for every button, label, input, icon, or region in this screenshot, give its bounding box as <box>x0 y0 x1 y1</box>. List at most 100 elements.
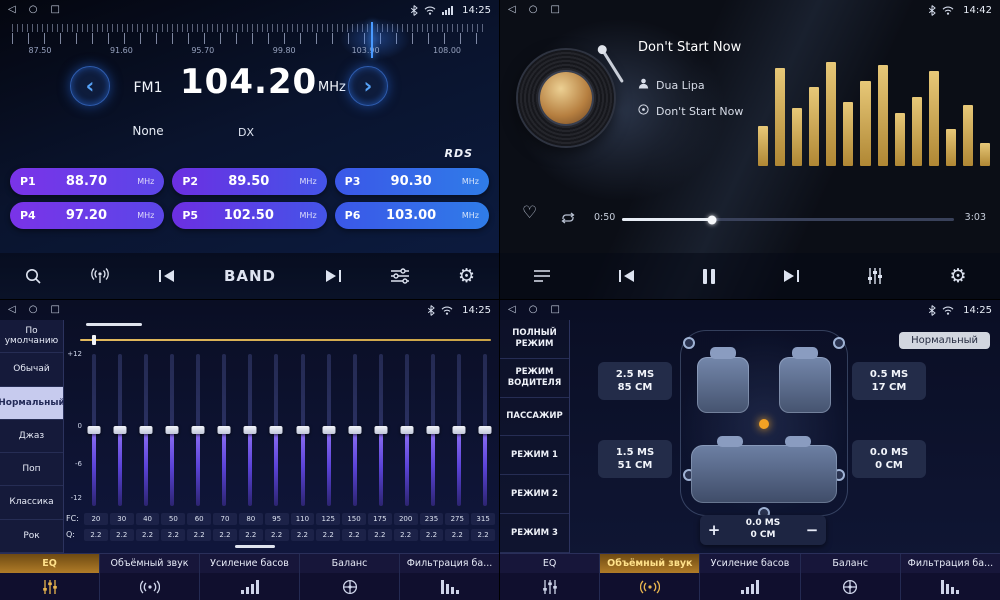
repeat-icon[interactable] <box>560 209 576 228</box>
dsp-tab-bass[interactable]: Усиление басов <box>700 554 800 600</box>
listener-position-dot[interactable] <box>759 419 769 429</box>
dsp-tab-surround[interactable]: Объёмный звук <box>100 554 200 600</box>
eq-band-slider[interactable] <box>451 354 467 506</box>
seek-down-button[interactable]: ‹ <box>70 66 110 106</box>
recents-icon[interactable]: □ <box>550 5 559 15</box>
home-icon[interactable]: ○ <box>29 5 38 15</box>
favorite-heart-icon[interactable]: ♡ <box>522 203 537 223</box>
eq-band-slider[interactable] <box>373 354 389 506</box>
slider-knob[interactable] <box>88 426 101 434</box>
eq-band-slider[interactable] <box>216 354 232 506</box>
slider-knob[interactable] <box>192 426 205 434</box>
preset-button-p1[interactable]: P188.70MHz <box>10 168 164 195</box>
eq-band-slider[interactable] <box>164 354 180 506</box>
slider-knob[interactable] <box>166 426 179 434</box>
eq-preset-item[interactable]: Поп <box>0 453 63 486</box>
surround-mode-item[interactable]: РЕЖИМ 2 <box>500 475 569 514</box>
slider-knob[interactable] <box>478 426 491 434</box>
master-level-handle[interactable] <box>92 335 96 345</box>
surround-mode-item[interactable]: РЕЖИМ 3 <box>500 514 569 553</box>
settings-gear-icon[interactable]: ⚙ <box>949 267 966 286</box>
dsp-tab-balance[interactable]: Баланс <box>801 554 901 600</box>
preset-button-p5[interactable]: P5102.50MHz <box>172 202 326 229</box>
eq-band-slider[interactable] <box>190 354 206 506</box>
decrease-delay-button[interactable]: − <box>798 515 826 545</box>
slider-knob[interactable] <box>114 426 127 434</box>
back-icon[interactable]: ◁ <box>508 5 516 15</box>
slider-knob[interactable] <box>322 426 335 434</box>
increase-delay-button[interactable]: + <box>700 515 728 545</box>
slider-knob[interactable] <box>140 426 153 434</box>
slider-knob[interactable] <box>296 426 309 434</box>
tuner-settings-icon[interactable] <box>390 268 410 284</box>
back-icon[interactable]: ◁ <box>8 305 16 315</box>
recents-icon[interactable]: □ <box>50 305 59 315</box>
eq-band-slider[interactable] <box>477 354 493 506</box>
eq-preset-item[interactable]: Джаз <box>0 420 63 453</box>
eq-band-slider[interactable] <box>268 354 284 506</box>
slider-knob[interactable] <box>218 426 231 434</box>
master-level-slider[interactable] <box>80 339 491 341</box>
back-icon[interactable]: ◁ <box>8 5 16 15</box>
playlist-icon[interactable] <box>533 269 551 283</box>
slider-knob[interactable] <box>426 426 439 434</box>
sound-profile-button[interactable]: Нормальный <box>899 332 990 349</box>
next-station-icon[interactable] <box>324 269 342 283</box>
progress-knob[interactable] <box>707 215 716 224</box>
surround-mode-item[interactable]: РЕЖИМ 1 <box>500 436 569 475</box>
preset-button-p6[interactable]: P6103.00MHz <box>335 202 489 229</box>
eq-band-slider[interactable] <box>425 354 441 506</box>
slider-knob[interactable] <box>452 426 465 434</box>
recents-icon[interactable]: □ <box>550 305 559 315</box>
surround-mode-item[interactable]: ПОЛНЫЙ РЕЖИМ <box>500 320 569 359</box>
scan-search-icon[interactable] <box>24 267 42 285</box>
slider-knob[interactable] <box>270 426 283 434</box>
eq-preset-item[interactable]: Рок <box>0 520 63 553</box>
slider-knob[interactable] <box>400 426 413 434</box>
home-icon[interactable]: ○ <box>29 305 38 315</box>
pause-icon[interactable] <box>703 269 715 284</box>
home-icon[interactable]: ○ <box>529 5 538 15</box>
recents-icon[interactable]: □ <box>50 5 59 15</box>
eq-band-slider[interactable] <box>242 354 258 506</box>
mixer-icon[interactable] <box>867 267 883 285</box>
surround-mode-item[interactable]: РЕЖИМ ВОДИТЕЛЯ <box>500 359 569 398</box>
preset-button-p4[interactable]: P497.20MHz <box>10 202 164 229</box>
eq-preset-item[interactable]: Обычай <box>0 353 63 386</box>
dsp-tab-surround[interactable]: Объёмный звук <box>600 554 700 600</box>
bottom-scrollbar[interactable] <box>235 545 275 548</box>
previous-station-icon[interactable] <box>158 269 176 283</box>
slider-knob[interactable] <box>348 426 361 434</box>
eq-preset-item[interactable]: Классика <box>0 486 63 519</box>
slider-knob[interactable] <box>374 426 387 434</box>
previous-track-icon[interactable] <box>618 269 636 283</box>
settings-gear-icon[interactable]: ⚙ <box>458 267 475 286</box>
broadcast-antenna-icon[interactable] <box>90 267 110 285</box>
eq-band-slider[interactable] <box>347 354 363 506</box>
eq-band-slider[interactable] <box>295 354 311 506</box>
bands-scrollbar[interactable] <box>86 323 142 326</box>
dsp-tab-bass[interactable]: Усиление басов <box>200 554 300 600</box>
progress-bar[interactable] <box>622 218 954 221</box>
eq-band-slider[interactable] <box>138 354 154 506</box>
eq-band-slider[interactable] <box>86 354 102 506</box>
dsp-tab-filter[interactable]: Фильтрация ба... <box>400 554 499 600</box>
seek-up-button[interactable]: › <box>348 66 388 106</box>
eq-preset-item[interactable]: По умолчанию <box>0 320 63 353</box>
next-track-icon[interactable] <box>782 269 800 283</box>
back-icon[interactable]: ◁ <box>508 305 516 315</box>
tuning-marker[interactable] <box>371 22 373 58</box>
eq-band-slider[interactable] <box>112 354 128 506</box>
dsp-tab-eq[interactable]: EQ <box>500 554 600 600</box>
eq-band-slider[interactable] <box>399 354 415 506</box>
preset-button-p3[interactable]: P390.30MHz <box>335 168 489 195</box>
home-icon[interactable]: ○ <box>529 305 538 315</box>
surround-mode-item[interactable]: ПАССАЖИР <box>500 398 569 437</box>
band-button[interactable]: BAND <box>224 267 276 285</box>
eq-preset-item[interactable]: Нормальный <box>0 387 63 420</box>
eq-band-slider[interactable] <box>321 354 337 506</box>
preset-button-p2[interactable]: P289.50MHz <box>172 168 326 195</box>
dsp-tab-eq[interactable]: EQ <box>0 554 100 600</box>
dsp-tab-filter[interactable]: Фильтрация ба... <box>901 554 1000 600</box>
dsp-tab-balance[interactable]: Баланс <box>300 554 400 600</box>
